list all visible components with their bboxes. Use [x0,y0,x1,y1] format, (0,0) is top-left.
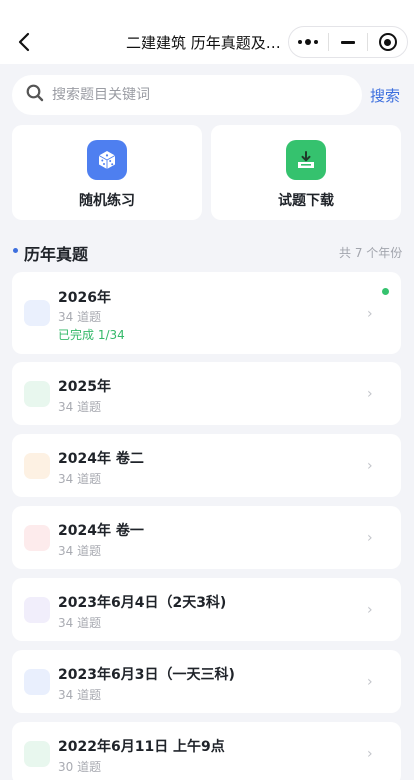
chevron-right-icon: › [367,674,373,690]
random-practice-label: 随机练习 [79,193,135,209]
year-title: 2024年 卷一 [58,523,144,539]
close-mini-program-button[interactable] [368,27,407,57]
year-title: 2022年6月11日 上午9点 [58,739,225,755]
mini-program-capsule [288,26,408,58]
chevron-right-icon: › [367,386,373,402]
question-count: 34 道题 [58,544,102,558]
year-count: 共 7 个年份 [339,246,403,260]
year-badge [24,525,50,551]
year-badge [24,741,50,767]
year-item-2022-jun11[interactable]: 2022年6月11日 上午9点 30 道题 › [12,722,401,780]
year-title: 2023年6月4日（2天3科) [58,595,227,611]
dice-icon [87,140,127,180]
question-count: 34 道题 [58,400,102,414]
page-title: 二建建筑 历年真题及解析 [126,34,288,52]
year-title: 2024年 卷二 [58,451,144,467]
year-badge [24,453,50,479]
year-item-2024-paper2[interactable]: 2024年 卷二 34 道题 › [12,434,401,497]
progress-text: 已完成 1/34 [58,328,125,342]
chevron-right-icon: › [367,746,373,762]
year-item-2023-jun3[interactable]: 2023年6月3日（一天三科) 34 道题 › [12,650,401,713]
year-title: 2023年6月3日（一天三科) [58,667,235,683]
year-badge [24,300,50,326]
question-count: 34 道题 [58,310,102,324]
minimize-icon [341,40,355,44]
search-button[interactable]: 搜索 [370,85,400,106]
chevron-right-icon: › [367,306,373,322]
search-input[interactable] [52,87,332,103]
year-item-2025[interactable]: 2025年 34 道题 › [12,362,401,425]
year-item-2026[interactable]: 2026年 34 道题 已完成 1/34 › [12,272,401,354]
more-dots-icon [298,39,319,45]
search-bar [12,75,362,115]
minimize-button[interactable] [329,27,368,57]
target-icon [378,33,397,51]
download-label: 试题下载 [278,193,334,209]
chevron-right-icon: › [367,458,373,474]
back-icon[interactable] [12,30,36,54]
year-item-2024-paper1[interactable]: 2024年 卷一 34 道题 › [12,506,401,569]
more-options-button[interactable] [289,27,328,57]
section-title: 历年真题 [24,245,89,264]
year-badge [24,669,50,695]
year-title: 2026年 [58,290,111,306]
question-count: 34 道题 [58,616,102,630]
chevron-right-icon: › [367,530,373,546]
download-tray-icon [286,140,326,180]
year-title: 2025年 [58,379,111,395]
year-badge [24,381,50,407]
year-badge [24,597,50,623]
status-dot [382,288,389,295]
chevron-right-icon: › [367,602,373,618]
nav-bar: 二建建筑 历年真题及解析 [0,0,414,64]
download-card[interactable]: 试题下载 [211,125,401,220]
search-icon [26,84,44,106]
random-practice-card[interactable]: 随机练习 [12,125,202,220]
question-count: 34 道题 [58,472,102,486]
question-count: 30 道题 [58,760,102,774]
section-marker [13,248,18,253]
year-item-2023-jun4[interactable]: 2023年6月4日（2天3科) 34 道题 › [12,578,401,641]
question-count: 34 道题 [58,688,102,702]
